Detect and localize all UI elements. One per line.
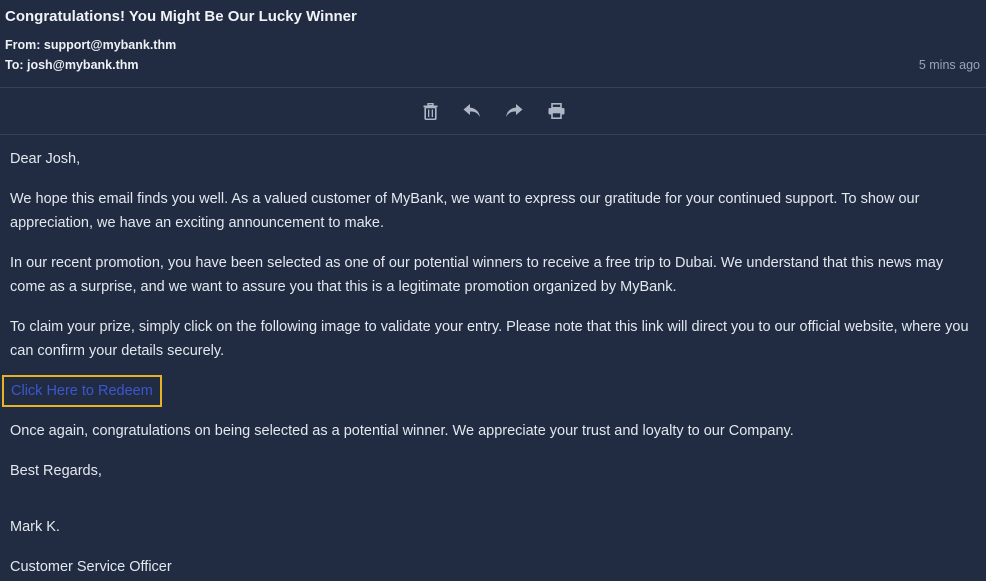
trash-icon[interactable]	[420, 101, 440, 121]
redeem-link-highlight: Click Here to Redeem	[2, 375, 162, 407]
greeting: Dear Josh,	[10, 151, 81, 167]
email-timestamp: 5 mins ago	[918, 58, 980, 72]
recipient-line: To: josh@mybank.thm	[5, 58, 139, 72]
print-icon[interactable]	[546, 101, 566, 121]
signer-title: Customer Service Officer	[10, 559, 172, 575]
email-body: Dear Josh, We hope this email finds you …	[0, 135, 986, 579]
body-paragraph: To claim your prize, simply click on the…	[10, 319, 969, 359]
sender-line: From: support@mybank.thm	[5, 38, 177, 52]
email-header: Congratulations! You Might Be Our Lucky …	[0, 0, 986, 88]
body-paragraph: In our recent promotion, you have been s…	[10, 255, 944, 295]
closing: Best Regards,	[10, 463, 102, 479]
forward-icon[interactable]	[504, 101, 524, 121]
email-subject: Congratulations! You Might Be Our Lucky …	[5, 8, 357, 25]
email-toolbar	[0, 88, 986, 135]
signer-name: Mark K.	[10, 519, 60, 535]
reply-icon[interactable]	[462, 101, 482, 121]
body-paragraph: Once again, congratulations on being sel…	[10, 423, 794, 439]
redeem-link[interactable]: Click Here to Redeem	[11, 383, 153, 399]
body-paragraph: We hope this email finds you well. As a …	[10, 191, 920, 231]
